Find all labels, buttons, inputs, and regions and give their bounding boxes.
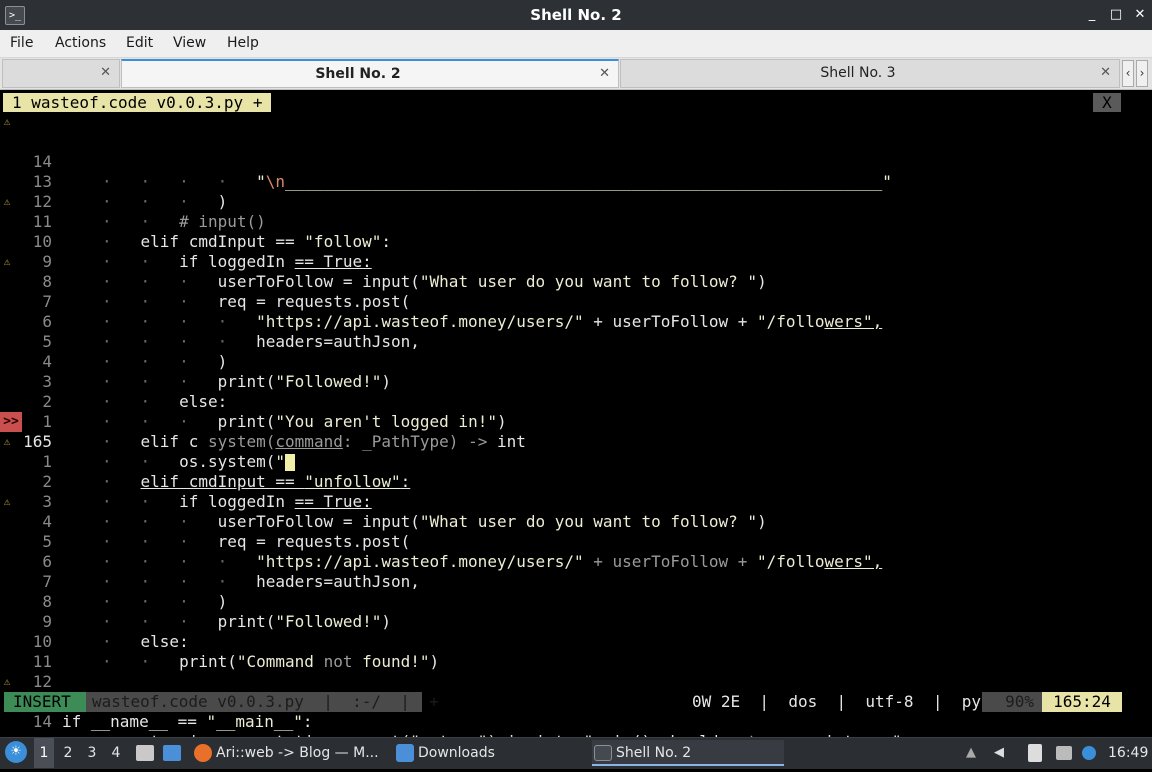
code-line: 2 · · · print("You aren't logged in!"): [0, 352, 1152, 431]
tab-scroll-left-icon[interactable]: ‹: [1122, 60, 1134, 87]
code-line: ⚠ 14 · · · · "\n________________________…: [0, 112, 1152, 191]
file-manager-icon[interactable]: [136, 745, 154, 761]
tab-close-icon[interactable]: ✕: [599, 61, 610, 87]
code-line: 12 · · # input(): [0, 152, 1152, 231]
close-window-button[interactable]: ✕: [1130, 5, 1150, 25]
code-line: 3 · · else:: [0, 332, 1152, 411]
window-title: Shell No. 2: [530, 6, 622, 24]
tab-shell-1[interactable]: ✕: [2, 59, 120, 88]
notification-icon[interactable]: [1082, 746, 1096, 760]
code-line: 4 · · · print("Followed!"): [0, 312, 1152, 391]
code-line: 8 · · · print("Followed!"): [0, 552, 1152, 631]
code-line: 8 · · · req = requests.post(: [0, 232, 1152, 311]
code-line-current: 165 · · os.system(": [0, 392, 1152, 471]
terminal-icon: [594, 745, 612, 761]
tab-label: Shell No. 3: [820, 65, 896, 81]
code-line: ⚠ 10 · · if loggedIn == True:: [0, 192, 1152, 271]
window-titlebar: >_ Shell No. 2 _ □ ✕: [0, 0, 1152, 30]
error-sign-icon: >>: [0, 412, 22, 432]
menu-edit[interactable]: Edit: [126, 30, 153, 56]
maximize-button[interactable]: □: [1106, 5, 1126, 25]
warning-icon: ⚠: [3, 495, 11, 508]
menu-view[interactable]: View: [173, 30, 206, 56]
code-line: 4 · · · req = requests.post(: [0, 472, 1152, 551]
workspace-1[interactable]: 1: [34, 738, 54, 768]
firefox-icon: [194, 744, 212, 762]
warning-icon: ⚠: [3, 255, 11, 268]
code-line: 10 · · print("Command not found!"): [0, 592, 1152, 671]
vim-statusline: INSERT wasteof.code v0.0.3.py | :-/ | + …: [0, 692, 1152, 712]
warning-icon: ⚠: [3, 195, 11, 208]
line-number: 14: [32, 712, 52, 731]
code-line: 13 if __name__ == "__main__":: [0, 652, 1152, 731]
taskbar: ☀ 1 2 3 4 Ari::web -> Blog — M... Downlo…: [0, 737, 1152, 769]
code-line: 6 · · · · headers=authJson,: [0, 512, 1152, 591]
tab-label: Shell No. 2: [315, 66, 401, 82]
code-line: 1 · elif c system(command: _PathType) ->…: [0, 372, 1152, 451]
status-filename: wasteof.code v0.0.3.py | :-/ | +: [86, 692, 439, 712]
terminal-area[interactable]: 1 wasteof.code v0.0.3.py + X ⚠ 14 · · · …: [0, 90, 1152, 751]
show-desktop-icon[interactable]: [163, 745, 181, 761]
menu-help[interactable]: Help: [227, 30, 259, 56]
tab-close-icon[interactable]: ✕: [1100, 60, 1111, 86]
tab-shell-2[interactable]: Shell No. 2 ✕: [121, 59, 619, 88]
menu-file[interactable]: File: [10, 30, 33, 56]
code-line: 9 · else:: [0, 572, 1152, 651]
status-percent: 90%: [982, 692, 1042, 712]
warning-icon: ⚠: [3, 115, 11, 128]
warning-icon: ⚠: [3, 435, 11, 448]
tab-close-icon[interactable]: ✕: [100, 60, 111, 86]
status-file-info: 0W 2E | dos | utf-8 | python: [692, 692, 1020, 711]
code-line: 13 · · · ): [0, 132, 1152, 211]
code-line: 3 · · · userToFollow = input("What user …: [0, 452, 1152, 531]
clipboard-icon[interactable]: [1028, 744, 1042, 762]
minimize-button[interactable]: _: [1082, 5, 1102, 25]
code-line: 11 · elif cmdInput == "follow":: [0, 172, 1152, 251]
tab-shell-3[interactable]: Shell No. 3 ✕: [620, 59, 1120, 88]
code-line: 6 · · · · headers=authJson,: [0, 272, 1152, 351]
start-menu-icon[interactable]: ☀: [5, 741, 27, 763]
code-line: 5 · · · ): [0, 292, 1152, 371]
tab-scroll-right-icon[interactable]: ›: [1136, 60, 1148, 87]
code-line: 9 · · · userToFollow = input("What user …: [0, 212, 1152, 291]
tray-up-arrow-icon[interactable]: ▲: [962, 744, 980, 762]
workspace-4[interactable]: 4: [106, 738, 126, 768]
vim-close-tab[interactable]: X: [1093, 93, 1121, 112]
status-cursor-position: 165:24: [1042, 692, 1122, 712]
volume-icon[interactable]: ◀: [990, 744, 1008, 762]
vim-buffer-tab[interactable]: 1 wasteof.code v0.0.3.py +: [3, 93, 272, 112]
menubar: File Actions Edit View Help: [0, 30, 1152, 58]
code-line: 12: [0, 632, 1152, 691]
warning-icon: ⚠: [3, 675, 11, 688]
network-icon[interactable]: [1056, 746, 1072, 760]
clock[interactable]: 16:49: [1108, 738, 1148, 768]
code-line: >> 1 · elif cmdInput == "unfollow":: [0, 412, 1152, 491]
code-line: ⚠ 2 · · if loggedIn == True:: [0, 432, 1152, 511]
code-line: 7 · · · ): [0, 532, 1152, 611]
task-firefox[interactable]: Ari::web -> Blog — M...: [192, 740, 388, 766]
code-line: ⚠ 14 assert main.__annotations__.get("re…: [0, 672, 1152, 751]
folder-icon: [396, 744, 414, 762]
tab-bar: ✕ Shell No. 2 ✕ Shell No. 3 ✕ ‹ ›: [0, 58, 1152, 90]
menu-actions[interactable]: Actions: [55, 30, 106, 56]
code-line: ⚠ 5 · · · · "https://api.wasteof.money/u…: [0, 492, 1152, 571]
workspace-3[interactable]: 3: [82, 738, 102, 768]
task-downloads[interactable]: Downloads: [394, 740, 586, 766]
code-line: ⚠ 7 · · · · "https://api.wasteof.money/u…: [0, 252, 1152, 331]
task-shell[interactable]: Shell No. 2: [592, 740, 784, 766]
code-line: 11: [0, 612, 1152, 671]
mode-indicator: INSERT: [4, 692, 86, 712]
workspace-2[interactable]: 2: [58, 738, 78, 768]
